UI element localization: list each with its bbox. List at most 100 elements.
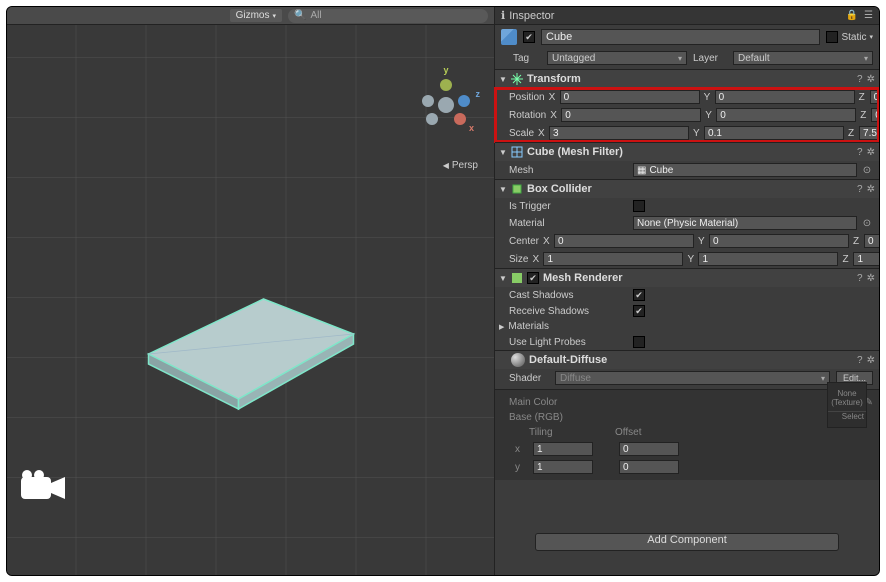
mesh-label: Mesh xyxy=(509,165,629,176)
gear-icon[interactable]: ✲ xyxy=(867,147,875,158)
meshrenderer-foldout[interactable]: ▼ xyxy=(499,274,507,283)
info-icon: ℹ xyxy=(501,9,505,22)
gear-icon[interactable]: ✲ xyxy=(867,273,875,284)
gear-icon[interactable]: ✲ xyxy=(867,184,875,195)
object-active-checkbox[interactable]: ✔ xyxy=(523,31,535,43)
gizmo-neg-y[interactable] xyxy=(426,113,438,125)
meshfilter-foldout[interactable]: ▼ xyxy=(499,148,507,157)
size-y[interactable] xyxy=(698,252,838,266)
help-icon[interactable]: ? xyxy=(857,147,863,158)
position-y[interactable] xyxy=(715,90,855,104)
search-icon: 🔍 xyxy=(294,10,306,21)
static-checkbox[interactable] xyxy=(826,31,838,43)
add-component-button[interactable]: Add Component xyxy=(535,533,839,551)
scale-y[interactable] xyxy=(704,126,844,140)
gizmo-core[interactable] xyxy=(438,97,454,113)
gizmo-z-axis[interactable] xyxy=(458,95,470,107)
tab-menu-icon[interactable]: ☰ xyxy=(864,10,873,21)
help-icon[interactable]: ? xyxy=(857,273,863,284)
scene-object-cube[interactable] xyxy=(143,269,358,419)
size-z[interactable] xyxy=(853,252,880,266)
position-z[interactable] xyxy=(870,90,880,104)
transform-component: ▼ Transform ?✲ Position X Y Z Rotation xyxy=(495,69,879,142)
texture-none: None (Texture) xyxy=(831,389,863,407)
projection-toggle[interactable]: ◀Persp xyxy=(443,160,478,171)
gear-icon[interactable]: ✲ xyxy=(867,74,875,85)
scale-z[interactable] xyxy=(859,126,880,140)
mesh-picker[interactable]: ⊙ xyxy=(861,165,873,176)
help-icon[interactable]: ? xyxy=(857,355,863,366)
physmat-picker[interactable]: ⊙ xyxy=(861,218,873,229)
maincolor-label: Main Color xyxy=(509,397,609,408)
scene-viewport[interactable]: y z x ◀Persp xyxy=(7,25,494,575)
inspector-panel: ℹ Inspector 🔒 ☰ ✔ Static ▾ Tag Untagged … xyxy=(494,7,879,575)
boxcollider-foldout[interactable]: ▼ xyxy=(499,185,507,194)
scale-label: Scale xyxy=(509,128,534,139)
persp-text: Persp xyxy=(452,160,478,171)
shader-dropdown[interactable]: Diffuse xyxy=(555,371,830,385)
meshfilter-title: Cube (Mesh Filter) xyxy=(527,146,623,158)
boxcollider-icon xyxy=(511,183,523,195)
object-name-field[interactable] xyxy=(541,29,820,45)
lightprobes-label: Use Light Probes xyxy=(509,337,629,348)
offset-y[interactable] xyxy=(619,460,679,474)
shader-label: Shader xyxy=(509,373,549,384)
gizmo-x-label: x xyxy=(469,123,474,133)
material-preview-icon xyxy=(511,353,525,367)
materials-foldout[interactable]: ▶ xyxy=(499,323,504,331)
meshrenderer-enabled[interactable]: ✔ xyxy=(527,272,539,284)
boxcollider-title: Box Collider xyxy=(527,183,592,195)
gizmo-x-axis[interactable] xyxy=(454,113,466,125)
inspector-tab[interactable]: ℹ Inspector 🔒 ☰ xyxy=(495,7,879,25)
rotation-z[interactable] xyxy=(871,108,880,122)
tiling-label: Tiling xyxy=(529,427,609,438)
tiling-x[interactable] xyxy=(533,442,593,456)
transform-icon xyxy=(511,73,523,85)
position-x[interactable] xyxy=(560,90,700,104)
physmat-field[interactable]: None (Physic Material) xyxy=(633,216,857,230)
static-toggle[interactable]: Static ▾ xyxy=(826,31,873,43)
size-x[interactable] xyxy=(543,252,683,266)
center-y[interactable] xyxy=(709,234,849,248)
texture-select[interactable]: Select xyxy=(828,411,866,421)
search-placeholder: All xyxy=(310,10,321,21)
lightprobes-checkbox[interactable] xyxy=(633,336,645,348)
gizmo-y-axis[interactable] xyxy=(440,79,452,91)
help-icon[interactable]: ? xyxy=(857,74,863,85)
mesh-renderer-component: ▼ ✔ Mesh Renderer ?✲ Cast Shadows✔ Recei… xyxy=(495,268,879,350)
help-icon[interactable]: ? xyxy=(857,184,863,195)
transform-title: Transform xyxy=(527,73,581,85)
material-title: Default-Diffuse xyxy=(529,354,607,366)
tag-label: Tag xyxy=(513,53,541,64)
size-label: Size xyxy=(509,254,528,265)
gizmo-y-label: y xyxy=(443,65,448,75)
layer-dropdown[interactable]: Default xyxy=(733,51,873,65)
gizmos-dropdown[interactable]: Gizmos▾ xyxy=(230,9,282,22)
inspector-label: Inspector xyxy=(509,10,554,22)
camera-icon xyxy=(19,469,67,505)
rotation-label: Rotation xyxy=(509,110,546,121)
gizmo-neg-z[interactable] xyxy=(422,95,434,107)
castshadows-label: Cast Shadows xyxy=(509,290,629,301)
center-x[interactable] xyxy=(554,234,694,248)
transform-foldout[interactable]: ▼ xyxy=(499,75,507,84)
recvshadows-checkbox[interactable]: ✔ xyxy=(633,305,645,317)
mesh-field[interactable]: ▦Cube xyxy=(633,163,857,177)
object-type-icon xyxy=(501,29,517,45)
scene-search[interactable]: 🔍 All xyxy=(288,9,488,23)
offset-x[interactable] xyxy=(619,442,679,456)
lock-icon[interactable]: 🔒 xyxy=(846,10,858,21)
istrigger-checkbox[interactable] xyxy=(633,200,645,212)
tag-dropdown[interactable]: Untagged xyxy=(547,51,687,65)
texture-slot[interactable]: None (Texture) Select xyxy=(827,382,867,428)
rotation-x[interactable] xyxy=(561,108,701,122)
gear-icon[interactable]: ✲ xyxy=(867,355,875,366)
castshadows-checkbox[interactable]: ✔ xyxy=(633,289,645,301)
orientation-gizmo[interactable]: y z x xyxy=(416,75,476,135)
scale-x[interactable] xyxy=(549,126,689,140)
center-z[interactable] xyxy=(864,234,880,248)
tiling-y[interactable] xyxy=(533,460,593,474)
meshrenderer-title: Mesh Renderer xyxy=(543,272,622,284)
rotation-y[interactable] xyxy=(716,108,856,122)
material-component: Default-Diffuse ?✲ Shader Diffuse Edit..… xyxy=(495,350,879,480)
